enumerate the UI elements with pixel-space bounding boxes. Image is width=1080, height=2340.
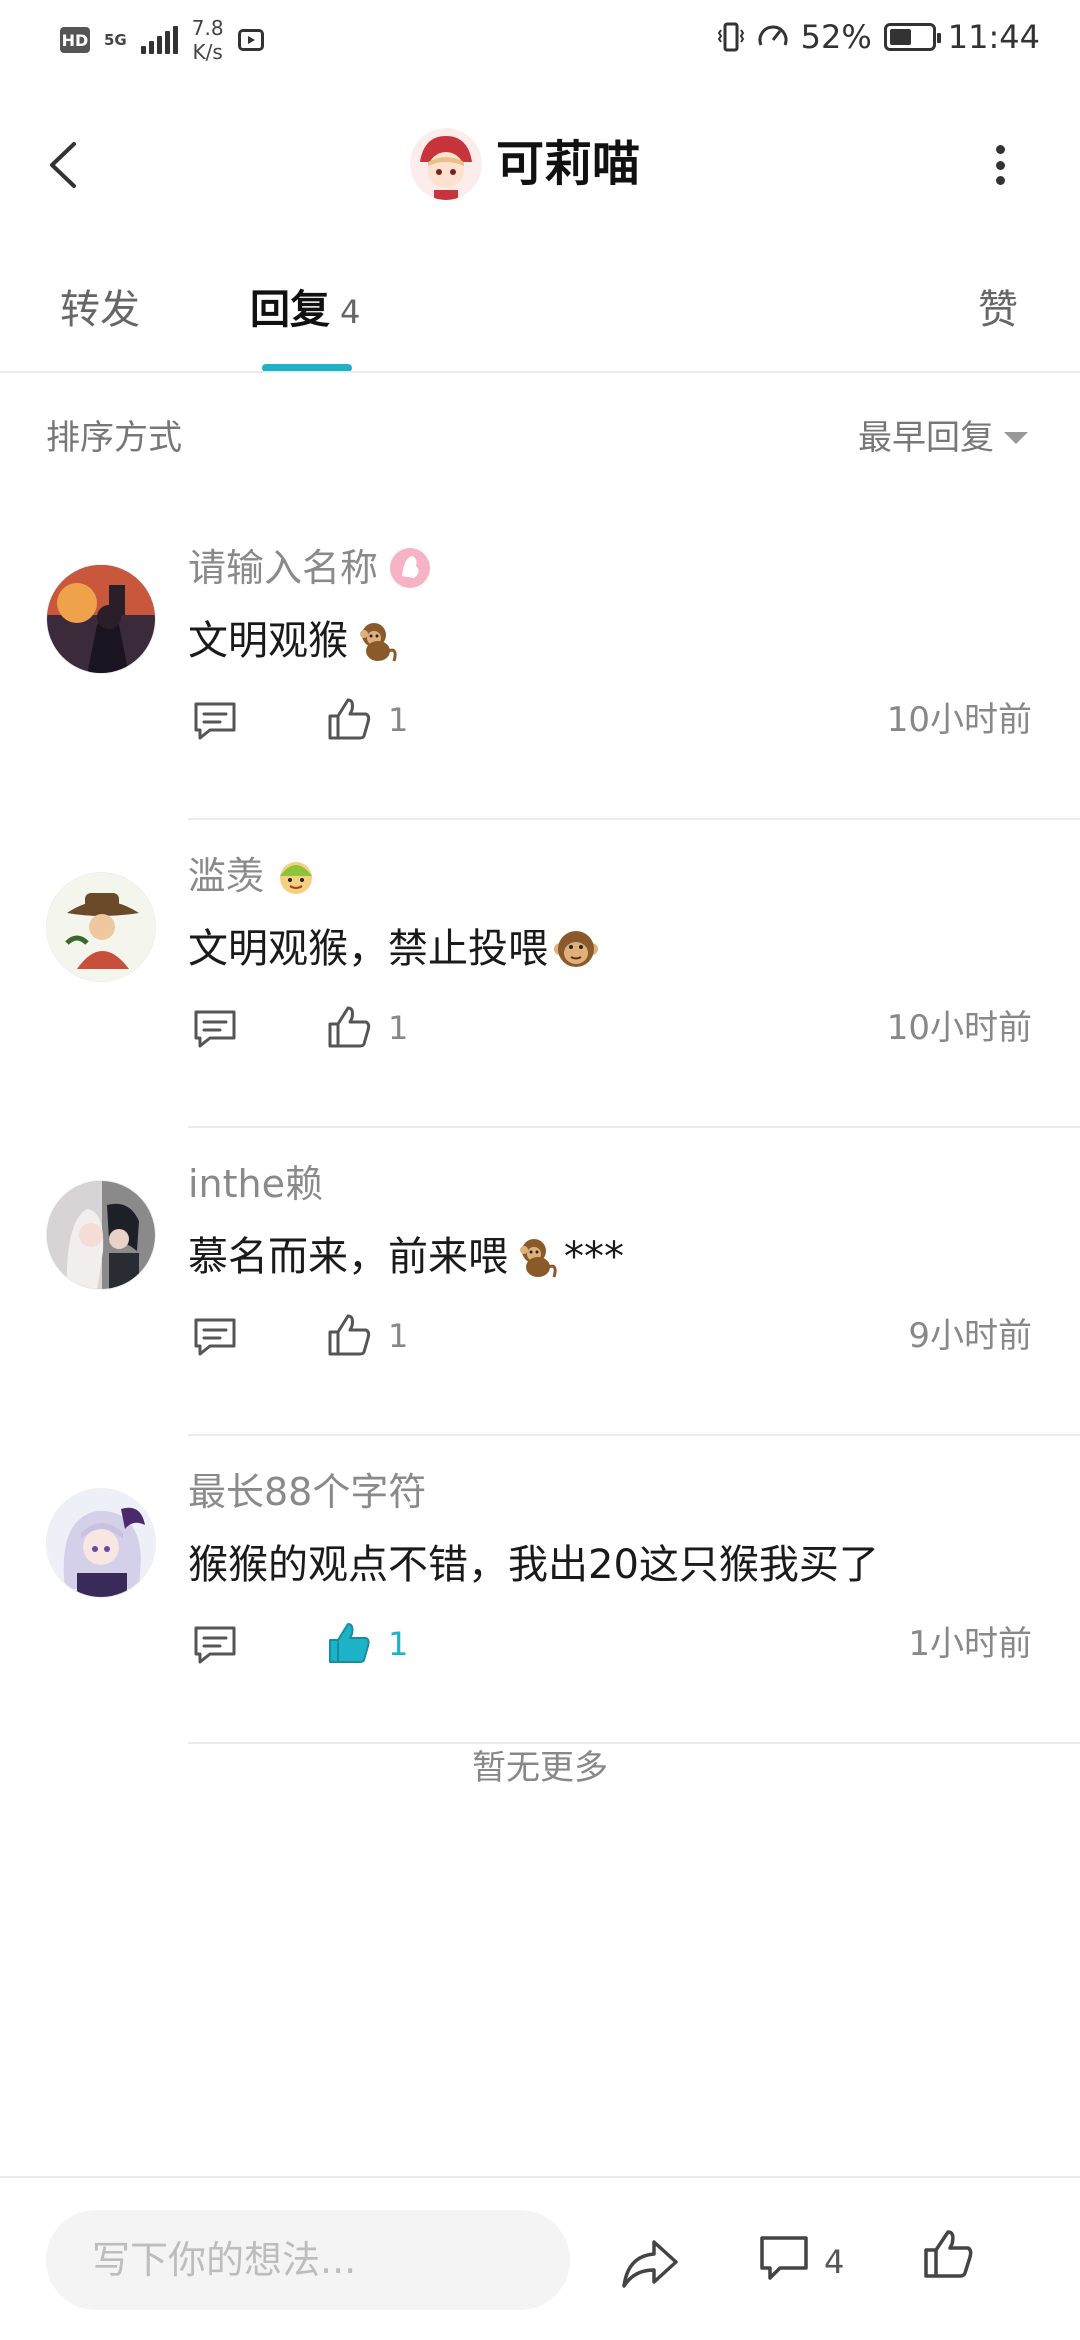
reply-icon[interactable] [190, 1004, 240, 1054]
profile-avatar[interactable] [410, 128, 482, 200]
status-left: HD 5G 7.8 K/s [60, 16, 264, 64]
hd-indicator: HD [60, 27, 90, 53]
network-type: 5G [104, 31, 127, 49]
comment-text: 猴猴的观点不错，我出20这只猴我买了 [188, 1536, 879, 1594]
comment-item: 最长88个字符 猴猴的观点不错，我出20这只猴我买了 1 1小时前 [0, 1436, 1080, 1744]
author-name[interactable]: 最长88个字符 [188, 1466, 426, 1518]
clock: 11:44 [947, 18, 1040, 56]
reply-icon[interactable] [190, 696, 240, 746]
comment-text: 慕名而来，前来喂 *** [188, 1228, 624, 1286]
tab-replies-count: 4 [340, 293, 361, 331]
battery-icon [883, 23, 941, 51]
avatar[interactable] [46, 1180, 156, 1290]
avatar[interactable] [46, 564, 156, 674]
comment-time: 10小时前 [886, 700, 1032, 740]
network-speed-value: 7.8 [191, 16, 224, 40]
back-button[interactable] [40, 130, 90, 200]
pink-badge-icon [390, 548, 431, 588]
comment-body: 慕名而来，前来喂 [188, 1234, 508, 1280]
thumbs-up-icon[interactable] [324, 1002, 374, 1052]
tab-repost[interactable]: 转发 [60, 282, 140, 338]
sort-label: 排序方式 [46, 418, 182, 458]
vibrate-icon [717, 22, 744, 52]
author-name[interactable]: inthe赖 [188, 1158, 323, 1210]
comment-text: 文明观猴，禁止投喂 [188, 920, 600, 978]
speedometer-icon [758, 25, 788, 46]
cartoon-face-badge-icon [280, 862, 313, 894]
monkey-face-emoji [554, 931, 598, 967]
more-button[interactable] [985, 140, 1015, 190]
comment-time: 1小时前 [908, 1624, 1032, 1664]
network-speed: 7.8 K/s [192, 16, 224, 64]
tab-replies-label: 回复 [250, 287, 330, 333]
comment-body: 猴猴的观点不错，我出20这只猴我买了 [188, 1542, 879, 1588]
comment-time: 10小时前 [886, 1008, 1032, 1048]
comment-item: 请输入名称 文明观猴 1 10小时前 [0, 512, 1080, 820]
avatar[interactable] [46, 872, 156, 982]
like-count: 1 [388, 1317, 409, 1355]
monkey-emoji [360, 623, 397, 662]
like-count: 1 [388, 701, 409, 739]
tab-likes-label: 赞 [978, 287, 1018, 333]
comment-author: 最长88个字符 [188, 1466, 426, 1518]
battery-percent: 52% [800, 18, 872, 56]
comment-author: 请输入名称 [188, 542, 432, 594]
thumbs-up-icon[interactable] [324, 1310, 374, 1360]
comment-body-suffix: *** [564, 1234, 624, 1280]
like-count: 1 [388, 1009, 409, 1047]
video-app-icon [237, 29, 264, 51]
signal-icon [140, 26, 178, 54]
comment-input-placeholder: 写下你的想法... [92, 2238, 357, 2282]
more-vertical-icon [995, 145, 1005, 154]
like-count: 1 [388, 1625, 409, 1663]
monkey-emoji [520, 1239, 557, 1278]
comment-author: inthe赖 [188, 1158, 323, 1210]
comment-icon[interactable] [758, 2232, 810, 2284]
reply-icon[interactable] [190, 1620, 240, 1670]
sort-value: 最早回复 [858, 418, 994, 458]
thumbs-up-icon[interactable] [920, 2226, 976, 2282]
tab-replies[interactable]: 回复 4 [250, 282, 360, 340]
comment-item: inthe赖 慕名而来，前来喂 *** 1 9小时前 [0, 1128, 1080, 1436]
status-right: 52% 11:44 [717, 18, 1040, 56]
comment-time: 9小时前 [908, 1316, 1032, 1356]
tab-repost-label: 转发 [60, 287, 140, 333]
tab-divider [0, 371, 1080, 373]
tab-likes[interactable]: 赞 [978, 282, 1018, 338]
caret-down-icon [1004, 432, 1028, 444]
network-speed-unit: K/s [192, 40, 223, 64]
no-more-label: 暂无更多 [472, 1748, 608, 1788]
share-icon[interactable] [620, 2234, 680, 2290]
author-name[interactable]: 请输入名称 [188, 542, 378, 594]
comment-body: 文明观猴 [188, 618, 348, 664]
status-bar: HD 5G 7.8 K/s 52% 11:44 [0, 0, 1080, 84]
comment-input[interactable]: 写下你的想法... [46, 2210, 570, 2310]
sort-dropdown[interactable]: 最早回复 [858, 416, 1028, 460]
bottom-divider [0, 2176, 1080, 2178]
thumbs-up-filled-icon[interactable] [324, 1618, 374, 1668]
avatar[interactable] [46, 1488, 156, 1598]
comment-text: 文明观猴 [188, 612, 400, 670]
comment-body: 文明观猴，禁止投喂 [188, 926, 548, 972]
thumbs-up-icon[interactable] [324, 694, 374, 744]
page-title: 可莉喵 [496, 136, 641, 192]
chevron-left-icon [50, 142, 76, 188]
author-name[interactable]: 滥羡 [188, 850, 264, 902]
comment-count: 4 [824, 2243, 845, 2281]
reply-icon[interactable] [190, 1312, 240, 1362]
comment-item: 滥羡 文明观猴，禁止投喂 1 10小时前 [0, 820, 1080, 1128]
comment-author: 滥羡 [188, 850, 318, 902]
